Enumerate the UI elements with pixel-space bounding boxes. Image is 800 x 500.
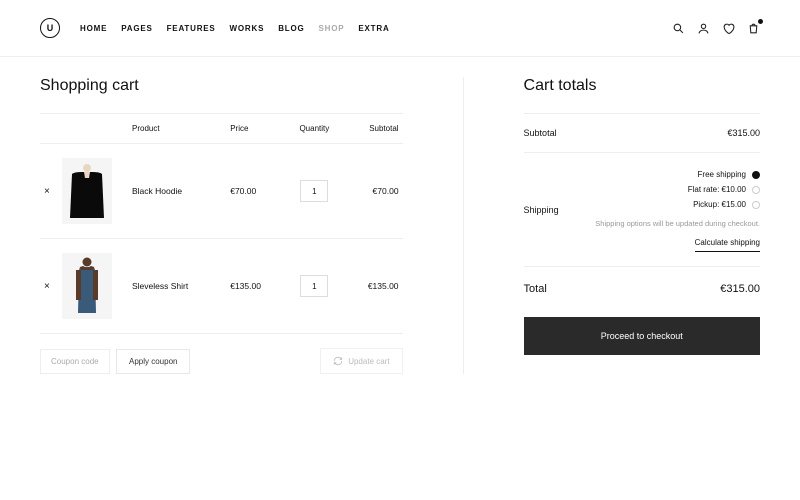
table-row: × Sleveless Shirt €135.00 1 €135.00 bbox=[40, 239, 403, 334]
product-price: €135.00 bbox=[226, 239, 285, 334]
shipping-option[interactable]: Flat rate: €10.00 bbox=[595, 182, 760, 197]
shipping-note: Shipping options will be updated during … bbox=[595, 217, 760, 231]
refresh-icon bbox=[333, 356, 343, 366]
search-icon[interactable] bbox=[672, 22, 685, 35]
totals-title: Cart totals bbox=[524, 77, 760, 95]
radio-icon bbox=[752, 201, 760, 209]
shipping-label: Shipping bbox=[524, 205, 559, 215]
logo[interactable]: U bbox=[40, 18, 60, 38]
bag-badge bbox=[758, 19, 763, 24]
table-row: × Black Hoodie €70.00 1 €70.00 bbox=[40, 144, 403, 239]
nav-home[interactable]: HOME bbox=[80, 24, 107, 33]
update-cart-button[interactable]: Update cart bbox=[320, 348, 402, 374]
nav-pages[interactable]: PAGES bbox=[121, 24, 152, 33]
total-value: €315.00 bbox=[720, 283, 760, 295]
col-product: Product bbox=[128, 114, 226, 144]
total-row: Total €315.00 bbox=[524, 266, 760, 311]
nav-shop[interactable]: SHOP bbox=[319, 24, 345, 33]
remove-button[interactable]: × bbox=[44, 186, 50, 197]
checkout-button[interactable]: Proceed to checkout bbox=[524, 317, 760, 355]
radio-icon bbox=[752, 171, 760, 179]
coupon-input[interactable]: Coupon code bbox=[40, 349, 110, 374]
totals-section: Cart totals Subtotal €315.00 Shipping Fr… bbox=[464, 77, 760, 374]
product-thumb[interactable] bbox=[62, 253, 112, 319]
bag-icon[interactable] bbox=[747, 22, 760, 35]
quantity-stepper[interactable]: 1 bbox=[300, 180, 328, 202]
nav-features[interactable]: FEATURES bbox=[167, 24, 216, 33]
header-actions bbox=[672, 22, 760, 35]
total-label: Total bbox=[524, 283, 547, 295]
apply-coupon-button[interactable]: Apply coupon bbox=[116, 349, 190, 374]
cart-table: Product Price Quantity Subtotal × Black … bbox=[40, 113, 403, 333]
subtotal-label: Subtotal bbox=[524, 128, 557, 138]
main-nav: HOME PAGES FEATURES WORKS BLOG SHOP EXTR… bbox=[80, 24, 390, 33]
calculate-shipping-link[interactable]: Calculate shipping bbox=[695, 235, 760, 252]
cart-section: Shopping cart Product Price Quantity Sub… bbox=[40, 77, 463, 374]
nav-works[interactable]: WORKS bbox=[230, 24, 265, 33]
shipping-option[interactable]: Pickup: €15.00 bbox=[595, 197, 760, 212]
col-price: Price bbox=[226, 114, 285, 144]
product-thumb[interactable] bbox=[62, 158, 112, 224]
col-subtotal: Subtotal bbox=[343, 114, 402, 144]
cart-title: Shopping cart bbox=[40, 77, 403, 95]
coupon-row: Coupon code Apply coupon Update cart bbox=[40, 333, 403, 374]
heart-icon[interactable] bbox=[722, 22, 735, 35]
remove-button[interactable]: × bbox=[44, 281, 50, 292]
user-icon[interactable] bbox=[697, 22, 710, 35]
product-name: Black Hoodie bbox=[128, 144, 226, 239]
radio-icon bbox=[752, 186, 760, 194]
nav-blog[interactable]: BLOG bbox=[278, 24, 304, 33]
nav-extra[interactable]: EXTRA bbox=[358, 24, 389, 33]
subtotal-value: €315.00 bbox=[727, 128, 760, 138]
subtotal-row: Subtotal €315.00 bbox=[524, 113, 760, 152]
product-name: Sleveless Shirt bbox=[128, 239, 226, 334]
col-qty: Quantity bbox=[285, 114, 343, 144]
quantity-stepper[interactable]: 1 bbox=[300, 275, 328, 297]
product-subtotal: €135.00 bbox=[343, 239, 402, 334]
product-price: €70.00 bbox=[226, 144, 285, 239]
product-subtotal: €70.00 bbox=[343, 144, 402, 239]
shipping-option[interactable]: Free shipping bbox=[595, 167, 760, 182]
shipping-row: Shipping Free shipping Flat rate: €10.00… bbox=[524, 152, 760, 266]
site-header: U HOME PAGES FEATURES WORKS BLOG SHOP EX… bbox=[0, 0, 800, 57]
